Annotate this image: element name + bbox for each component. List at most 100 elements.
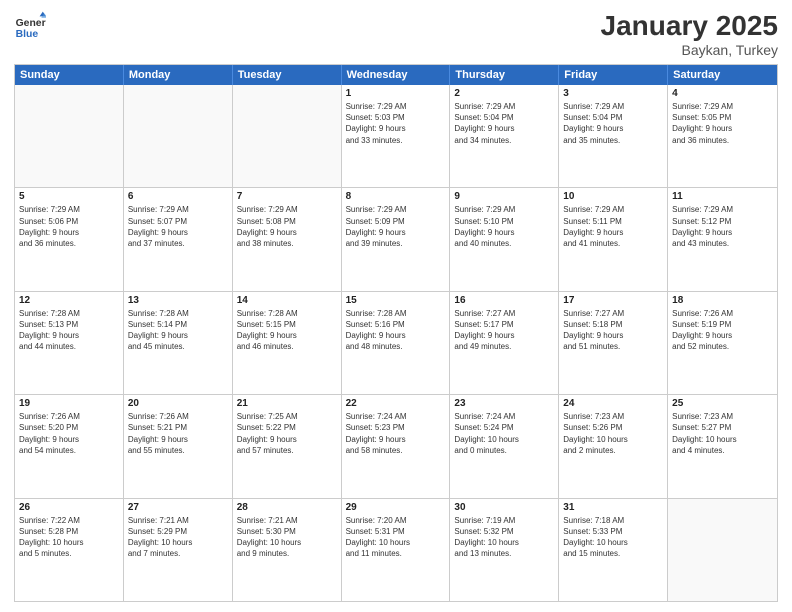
day-cell-25: 25Sunrise: 7:23 AMSunset: 5:27 PMDayligh… [668,395,777,497]
day-cell-23: 23Sunrise: 7:24 AMSunset: 5:24 PMDayligh… [450,395,559,497]
day-cell-2: 2Sunrise: 7:29 AMSunset: 5:04 PMDaylight… [450,85,559,187]
day-number: 27 [128,502,228,513]
day-cell-14: 14Sunrise: 7:28 AMSunset: 5:15 PMDayligh… [233,292,342,394]
cell-info-line: Sunrise: 7:28 AM [19,308,119,319]
cell-info-line: and 37 minutes. [128,238,228,249]
cell-info-line: Daylight: 9 hours [563,123,663,134]
empty-cell-0-0 [15,85,124,187]
cell-info-line: Sunrise: 7:28 AM [346,308,446,319]
cell-info-line: Sunset: 5:06 PM [19,216,119,227]
day-number: 17 [563,295,663,306]
day-cell-31: 31Sunrise: 7:18 AMSunset: 5:33 PMDayligh… [559,499,668,601]
cell-info-line: and 0 minutes. [454,445,554,456]
cell-info-line: Sunrise: 7:24 AM [346,411,446,422]
day-number: 3 [563,88,663,99]
location-title: Baykan, Turkey [601,42,778,58]
cell-info-line: Daylight: 10 hours [128,537,228,548]
day-number: 30 [454,502,554,513]
cell-info-line: Daylight: 9 hours [19,227,119,238]
cell-info-line: Sunrise: 7:18 AM [563,515,663,526]
cell-info-line: Sunrise: 7:24 AM [454,411,554,422]
cell-info-line: Sunset: 5:15 PM [237,319,337,330]
cell-info-line: Sunrise: 7:20 AM [346,515,446,526]
cell-info-line: Sunrise: 7:29 AM [563,204,663,215]
cell-info-line: Sunrise: 7:29 AM [672,204,773,215]
header-cell-monday: Monday [124,65,233,85]
day-cell-11: 11Sunrise: 7:29 AMSunset: 5:12 PMDayligh… [668,188,777,290]
cell-info-line: Sunset: 5:17 PM [454,319,554,330]
day-cell-16: 16 Sunrise: 7:27 AMSunset: 5:17 PMDayligh… [450,292,559,394]
cell-info-line: Sunrise: 7:26 AM [672,308,773,319]
day-number: 11 [672,191,773,202]
cell-info-line: Daylight: 9 hours [454,330,554,341]
cell-info-line: and 43 minutes. [672,238,773,249]
cell-info-line: Daylight: 10 hours [346,537,446,548]
cell-info-line: Daylight: 9 hours [454,123,554,134]
day-cell-18: 18Sunrise: 7:26 AMSunset: 5:19 PMDayligh… [668,292,777,394]
cell-info-line: Sunrise: 7:29 AM [672,101,773,112]
day-cell-5: 5Sunrise: 7:29 AMSunset: 5:06 PMDaylight… [15,188,124,290]
calendar-row-3: 19Sunrise: 7:26 AMSunset: 5:20 PMDayligh… [15,394,777,497]
day-cell-12: 12Sunrise: 7:28 AMSunset: 5:13 PMDayligh… [15,292,124,394]
cell-info-line: Sunset: 5:05 PM [672,112,773,123]
day-cell-15: 15Sunrise: 7:28 AMSunset: 5:16 PMDayligh… [342,292,451,394]
cell-info-line: Sunset: 5:29 PM [128,526,228,537]
logo-icon: General Blue [14,10,46,42]
cell-info-line: Daylight: 9 hours [346,434,446,445]
cell-info-line: Daylight: 10 hours [454,537,554,548]
cell-info-line: Sunset: 5:14 PM [128,319,228,330]
day-number: 10 [563,191,663,202]
cell-info-line: Sunset: 5:13 PM [19,319,119,330]
cell-info-line: and 49 minutes. [454,341,554,352]
cell-info-line: Sunset: 5:27 PM [672,422,773,433]
day-cell-8: 8Sunrise: 7:29 AMSunset: 5:09 PMDaylight… [342,188,451,290]
day-cell-27: 27Sunrise: 7:21 AMSunset: 5:29 PMDayligh… [124,499,233,601]
cell-info-line: Sunset: 5:31 PM [346,526,446,537]
svg-text:General: General [16,18,46,29]
cell-info-line: Daylight: 10 hours [454,434,554,445]
day-number: 13 [128,295,228,306]
cell-info-line: Sunset: 5:21 PM [128,422,228,433]
cell-info-line: Sunrise: 7:25 AM [237,411,337,422]
day-cell-6: 6Sunrise: 7:29 AMSunset: 5:07 PMDaylight… [124,188,233,290]
calendar-row-4: 26Sunrise: 7:22 AMSunset: 5:28 PMDayligh… [15,498,777,601]
cell-info-line: Daylight: 9 hours [563,330,663,341]
day-cell-22: 22Sunrise: 7:24 AMSunset: 5:23 PMDayligh… [342,395,451,497]
cell-info-line: Sunrise: 7:23 AM [563,411,663,422]
cell-info-line: Sunset: 5:11 PM [563,216,663,227]
day-number: 12 [19,295,119,306]
cell-info-line: Daylight: 9 hours [346,330,446,341]
day-number: 31 [563,502,663,513]
cell-info-line: Sunset: 5:03 PM [346,112,446,123]
svg-text:Blue: Blue [16,29,39,40]
cell-info-line: and 46 minutes. [237,341,337,352]
day-number: 18 [672,295,773,306]
cell-info-line: and 41 minutes. [563,238,663,249]
day-number: 4 [672,88,773,99]
cell-info-line: and 54 minutes. [19,445,119,456]
cell-info-line: Sunset: 5:16 PM [346,319,446,330]
cell-info-line: Sunset: 5:32 PM [454,526,554,537]
day-number: 24 [563,398,663,409]
day-number: 19 [19,398,119,409]
cell-info-line: Sunrise: 7:19 AM [454,515,554,526]
header-cell-wednesday: Wednesday [342,65,451,85]
cell-info-line: Sunrise: 7:28 AM [237,308,337,319]
calendar: SundayMondayTuesdayWednesdayThursdayFrid… [14,64,778,602]
cell-info-line: Sunrise: 7:29 AM [237,204,337,215]
cell-info-line: Daylight: 9 hours [128,330,228,341]
month-title: January 2025 [601,10,778,42]
cell-info-line: Sunrise: 7:27 AM [454,308,554,319]
day-number: 16 [454,295,554,306]
cell-info-line: Sunrise: 7:27 AM [563,308,663,319]
cell-info-line: Daylight: 9 hours [19,434,119,445]
day-cell-4: 4Sunrise: 7:29 AMSunset: 5:05 PMDaylight… [668,85,777,187]
day-cell-29: 29Sunrise: 7:20 AMSunset: 5:31 PMDayligh… [342,499,451,601]
calendar-header: SundayMondayTuesdayWednesdayThursdayFrid… [15,65,777,85]
cell-info-line: and 51 minutes. [563,341,663,352]
cell-info-line: and 2 minutes. [563,445,663,456]
cell-info-line: Sunset: 5:24 PM [454,422,554,433]
cell-info-line: and 36 minutes. [19,238,119,249]
cell-info-line: Sunset: 5:30 PM [237,526,337,537]
cell-info-line: Daylight: 9 hours [128,434,228,445]
